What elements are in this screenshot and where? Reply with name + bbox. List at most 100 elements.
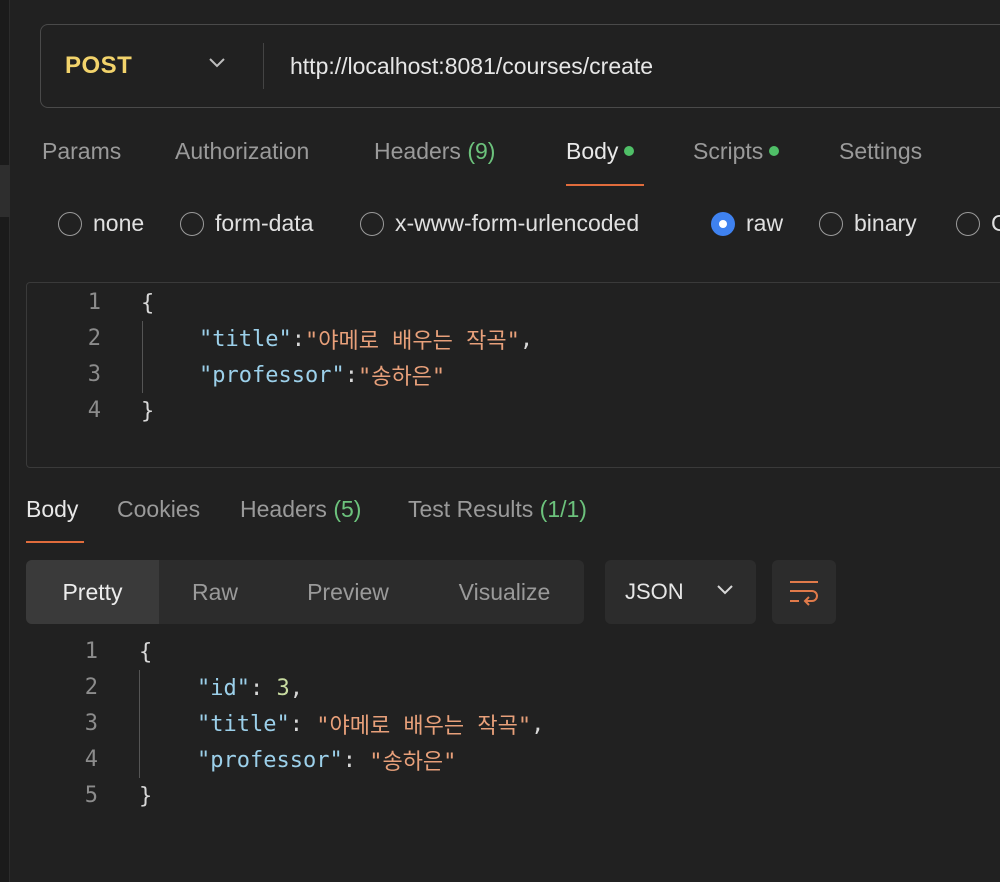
tab-label: Authorization <box>175 138 310 164</box>
radio-circle-icon <box>180 211 204 236</box>
tab-label: Cookies <box>117 496 201 522</box>
line-number: 2 <box>87 326 101 351</box>
tab-body[interactable]: Body <box>566 138 635 165</box>
json-key: "title" <box>199 326 292 352</box>
radio-circle-icon <box>58 211 82 236</box>
chevron-down-icon <box>209 58 225 68</box>
tab-label: Params <box>42 138 122 164</box>
radio-binary[interactable]: binary <box>819 210 917 237</box>
line-number: 3 <box>87 362 101 387</box>
radio-label: binary <box>854 210 917 236</box>
tab-scripts[interactable]: Scripts <box>693 138 780 165</box>
format-select[interactable]: JSON <box>605 560 756 624</box>
format-label: JSON <box>625 579 684 604</box>
response-tab-cookies[interactable]: Cookies <box>117 496 200 523</box>
request-url-bar: POST http://localhost:8081/courses/creat… <box>40 24 1000 108</box>
active-tab-underline <box>26 541 84 543</box>
tab-label: Body <box>566 138 619 164</box>
radio-circle-icon <box>360 211 384 236</box>
json-string: "야메로 배우는 작곡" <box>304 329 520 354</box>
radio-form-data[interactable]: form-data <box>180 210 313 237</box>
json-key: "id" <box>197 675 250 701</box>
view-mode-toggle: Pretty Raw Preview Visualize <box>26 560 584 624</box>
colon: : <box>289 711 317 737</box>
sidebar-active-marker <box>0 165 10 217</box>
tab-label: Body <box>26 496 79 522</box>
tab-headers[interactable]: Headers (9) <box>374 138 495 165</box>
tab-label: Test Results <box>408 496 534 522</box>
line-number: 4 <box>87 398 101 423</box>
tab-settings[interactable]: Settings <box>839 138 922 165</box>
json-string: "송하은" <box>357 365 446 390</box>
tab-label: Headers <box>374 138 461 164</box>
comma: , <box>519 326 534 352</box>
response-tab-headers[interactable]: Headers (5) <box>240 496 361 523</box>
line-number: 3 <box>84 711 98 736</box>
code-line: { <box>139 634 152 670</box>
colon: : <box>344 362 358 388</box>
view-preview-button[interactable]: Preview <box>271 560 425 624</box>
json-string: "송하은" <box>369 750 457 775</box>
url-input[interactable]: http://localhost:8081/courses/create <box>264 53 653 80</box>
view-visualize-button[interactable]: Visualize <box>425 560 584 624</box>
json-number: 3 <box>276 675 290 701</box>
line-number: 4 <box>84 747 98 772</box>
test-results-count: (1/1) <box>539 496 587 522</box>
code-line: } <box>139 778 152 814</box>
radio-graphql[interactable]: G <box>956 210 1000 237</box>
radio-none[interactable]: none <box>58 210 144 237</box>
indent-guide <box>139 670 140 778</box>
colon: : <box>249 675 277 701</box>
radio-label: form-data <box>215 210 314 236</box>
code-line: "title": "야메로 배우는 작곡", <box>199 321 533 357</box>
radio-label: none <box>93 210 145 236</box>
colon: : <box>291 326 305 352</box>
method-select[interactable]: POST <box>41 25 263 107</box>
response-tab-body[interactable]: Body <box>26 496 78 523</box>
response-body-viewer: 1 2 3 4 5 { "id": 3, "title": "야메로 배우는 작… <box>26 634 1000 882</box>
json-string: "야메로 배우는 작곡" <box>316 714 532 739</box>
headers-count: (5) <box>333 496 362 522</box>
indent-guide <box>142 321 143 393</box>
code-line: "professor": "송하은" <box>199 357 445 393</box>
line-number: 1 <box>84 639 98 664</box>
line-number: 2 <box>84 675 98 700</box>
radio-x-www-form-urlencoded[interactable]: x-www-form-urlencoded <box>360 210 639 237</box>
left-sidebar-edge <box>0 0 10 882</box>
brace: { <box>141 290 155 316</box>
tab-params[interactable]: Params <box>42 138 121 165</box>
radio-raw[interactable]: raw <box>711 210 783 237</box>
json-key: "title" <box>197 711 290 737</box>
code-line: "title": "야메로 배우는 작곡", <box>197 706 544 742</box>
headers-count: (9) <box>467 138 496 164</box>
colon: : <box>342 747 370 773</box>
request-body-editor[interactable]: 1 2 3 4 { "title": "야메로 배우는 작곡", "profess… <box>26 282 1000 468</box>
tab-label: Headers <box>240 496 327 522</box>
modified-dot-icon <box>769 146 780 156</box>
wrap-lines-button[interactable] <box>772 560 836 624</box>
tab-authorization[interactable]: Authorization <box>175 138 309 165</box>
chevron-down-icon <box>717 585 733 595</box>
comma: , <box>531 711 545 737</box>
radio-label: raw <box>746 210 784 236</box>
radio-circle-icon <box>956 211 980 236</box>
text-wrap-icon <box>790 581 818 606</box>
radio-selected-icon <box>711 211 735 236</box>
radio-label: G <box>991 210 1000 236</box>
tab-label: Settings <box>839 138 923 164</box>
code-line: "professor": "송하은" <box>197 742 456 778</box>
brace: { <box>139 639 153 665</box>
json-key: "professor" <box>197 747 343 773</box>
code-line: { <box>141 285 154 321</box>
brace: } <box>139 783 153 809</box>
line-number: 1 <box>87 290 101 315</box>
view-pretty-button[interactable]: Pretty <box>26 560 159 624</box>
code-line: } <box>141 393 154 429</box>
tab-label: Scripts <box>693 138 764 164</box>
method-label: POST <box>65 52 133 79</box>
response-tab-test-results[interactable]: Test Results (1/1) <box>408 496 587 523</box>
comma: , <box>289 675 303 701</box>
brace: } <box>141 398 155 424</box>
modified-dot-icon <box>624 146 635 156</box>
view-raw-button[interactable]: Raw <box>159 560 271 624</box>
